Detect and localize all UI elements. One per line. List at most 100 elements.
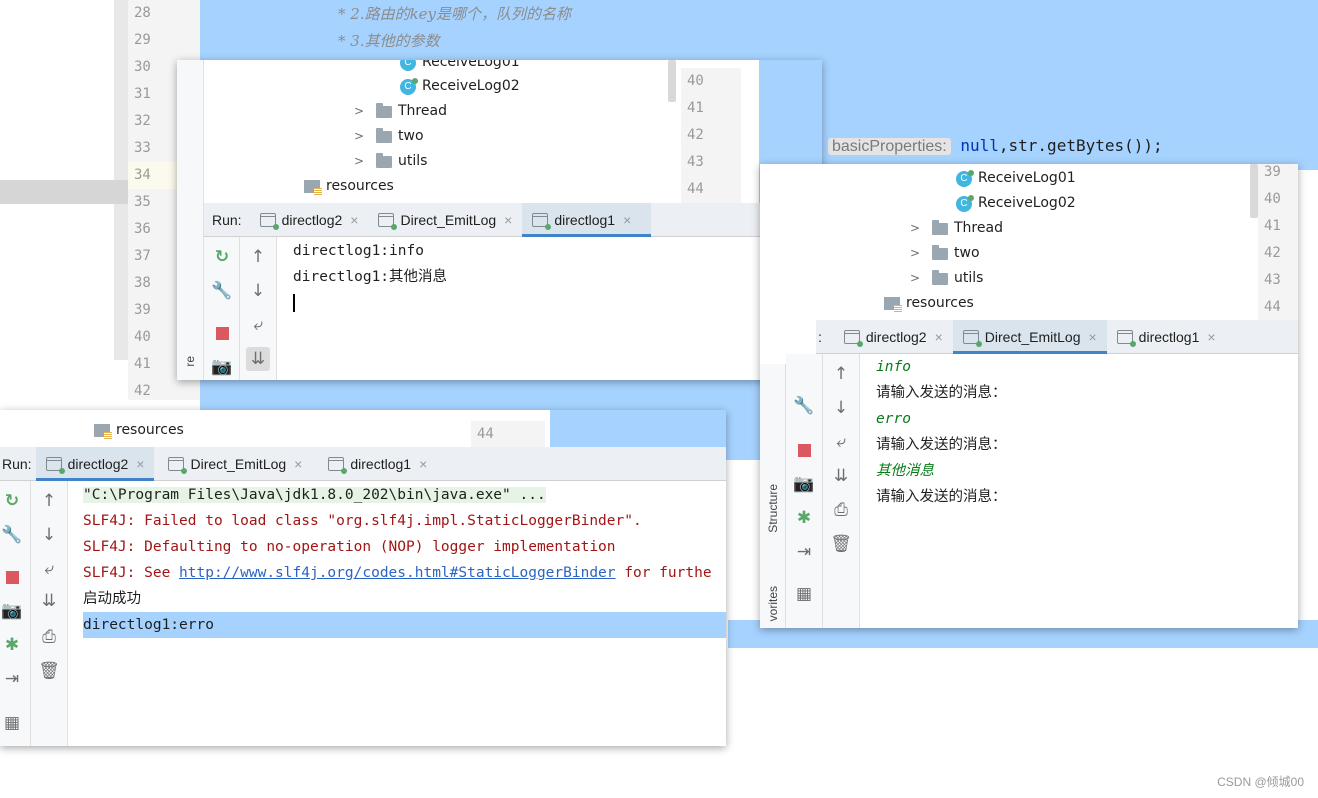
arrow-up-icon[interactable]: ↑ [829,362,853,386]
slf4j-link[interactable]: http://www.slf4j.org/codes.html#StaticLo… [179,565,616,581]
tree-item-folder[interactable]: > Thread [354,99,447,124]
tab-directlog2[interactable]: directlog2 × [35,447,155,481]
tab-directlog1[interactable]: directlog1 × [1107,320,1226,353]
console-error-line: SLF4J: See http://www.slf4j.org/codes.ht… [83,565,712,581]
text-caret [293,294,295,312]
class-icon: C [956,169,974,187]
console-output[interactable]: directlog1:info directlog1:其他消息 [293,238,813,316]
debug-icon[interactable]: ✱ [792,506,816,530]
scrollbar-thumb[interactable] [1250,164,1258,218]
run-label: Run: [212,212,242,228]
camera-icon[interactable]: 📷 [0,599,24,623]
close-icon[interactable]: × [935,329,943,345]
console-output[interactable]: info 请输入发送的消息： erro 请输入发送的消息： 其他消息 请输入发送… [876,354,1296,510]
structure-tool-label[interactable]: Structure [766,484,780,533]
chevron-right-icon[interactable]: > [910,266,932,291]
wrench-icon[interactable]: 🔧 [0,523,24,547]
favorites-tool-label[interactable]: vorites [766,586,780,621]
run-tab-bar: Run: directlog2 × Direct_EmitLog × directl… [0,447,726,481]
tab-directlog1[interactable]: directlog1 × [312,447,437,480]
close-icon[interactable]: × [350,212,358,228]
layout-icon[interactable]: ▦ [792,582,816,606]
console-icon [168,456,188,474]
arrow-down-icon[interactable]: ↓ [246,279,270,303]
editor-current-line-shade [0,180,128,204]
tree-item-class[interactable]: C ReceiveLog01 [400,60,520,75]
camera-icon[interactable]: 📷 [792,472,816,496]
chevron-right-icon[interactable]: > [354,99,376,124]
wrench-icon[interactable]: 🔧 [210,279,234,303]
tree-item-folder[interactable]: > two [354,124,424,149]
close-icon[interactable]: × [136,456,144,472]
console-input-line: erro [876,411,911,427]
tree-item-folder[interactable]: > two [910,241,980,266]
rerun-icon[interactable]: ↻ [210,245,234,269]
scroll-to-end-icon[interactable]: ⇊ [829,464,853,488]
scroll-to-end-icon[interactable]: ⇊ [37,589,61,613]
stop-icon[interactable] [210,321,234,345]
arrow-up-icon[interactable]: ↑ [37,489,61,513]
print-icon[interactable]: ⎙ [829,498,853,522]
line-number: 44 [477,426,494,442]
tree-item-folder[interactable]: > utils [910,266,983,291]
structure-tool-label[interactable]: re [183,356,197,367]
close-icon[interactable]: × [504,212,512,228]
console-line: directlog1:info [293,243,424,259]
console-output[interactable]: "C:\Program Files\Java\jdk1.8.0_202\bin\… [83,482,726,638]
close-icon[interactable]: × [1088,329,1096,345]
soft-wrap-icon[interactable]: ⤶ [37,557,61,581]
soft-wrap-icon[interactable]: ⤶ [829,430,853,454]
line-number: 28 [134,5,151,21]
tab-directlog2[interactable]: directlog2 × [250,203,369,236]
scroll-to-end-icon[interactable]: ⇊ [246,347,270,371]
close-icon[interactable]: × [419,456,427,472]
tree-item-class[interactable]: C ReceiveLog02 [956,191,1076,216]
tree-item-folder[interactable]: > utils [354,149,427,174]
console-cursor-line[interactable] [293,290,813,316]
line-number: 40 [1264,191,1281,207]
resources-folder-icon [304,180,322,195]
trash-icon[interactable]: 🗑 [37,659,61,683]
soft-wrap-icon[interactable]: ⤶ [246,313,270,337]
folder-icon [376,102,392,118]
chevron-right-icon[interactable]: > [354,124,376,149]
chevron-right-icon[interactable]: > [354,149,376,174]
tree-item-resources[interactable]: resources [884,291,974,316]
wrench-icon[interactable]: 🔧 [792,394,816,418]
tree-item-folder[interactable]: > Thread [910,216,1003,241]
tab-directlog1[interactable]: directlog1 × [522,203,652,237]
console-selected-line[interactable]: directlog1:erro [83,612,726,638]
arrow-down-icon[interactable]: ↓ [37,523,61,547]
layout-icon[interactable]: ▦ [0,711,24,735]
close-icon[interactable]: × [294,456,302,472]
debug-icon[interactable]: ✱ [0,633,24,657]
chevron-right-icon[interactable]: > [910,241,932,266]
arrow-up-icon[interactable]: ↑ [246,245,270,269]
trash-icon[interactable]: 🗑 [829,532,853,556]
close-icon[interactable]: × [1207,329,1215,345]
tree-item-resources[interactable]: resources [304,174,394,199]
run-tab-bar: : directlog2 × Direct_EmitLog × directlog1… [816,320,1298,354]
tab-direct-emitlog[interactable]: Direct_EmitLog × [154,447,312,480]
print-icon[interactable]: ⎙ [37,625,61,649]
tree-item-class[interactable]: C ReceiveLog02 [400,74,520,99]
folder-icon [932,269,948,285]
code-line[interactable]: basicProperties: null,str.getBytes()); [828,136,1163,156]
stop-icon[interactable] [0,565,24,589]
chevron-right-icon[interactable]: > [910,216,932,241]
login-icon[interactable]: ⇥ [0,667,24,691]
camera-icon[interactable]: 📷 [210,355,234,379]
tree-item-resources[interactable]: resources [94,418,184,443]
arrow-down-icon[interactable]: ↓ [829,396,853,420]
login-icon[interactable]: ⇥ [792,540,816,564]
tree-item-class[interactable]: C ReceiveLog01 [956,166,1076,191]
rerun-icon[interactable]: ↻ [0,489,24,513]
scrollbar-thumb[interactable] [668,60,676,102]
editor-fold-gutter [741,60,759,203]
tab-directlog2[interactable]: directlog2 × [834,320,953,353]
tab-direct-emitlog[interactable]: Direct_EmitLog × [368,203,522,236]
folder-icon [376,127,392,143]
stop-icon[interactable] [792,438,816,462]
tab-direct-emitlog[interactable]: Direct_EmitLog × [952,320,1107,354]
close-icon[interactable]: × [623,212,631,228]
